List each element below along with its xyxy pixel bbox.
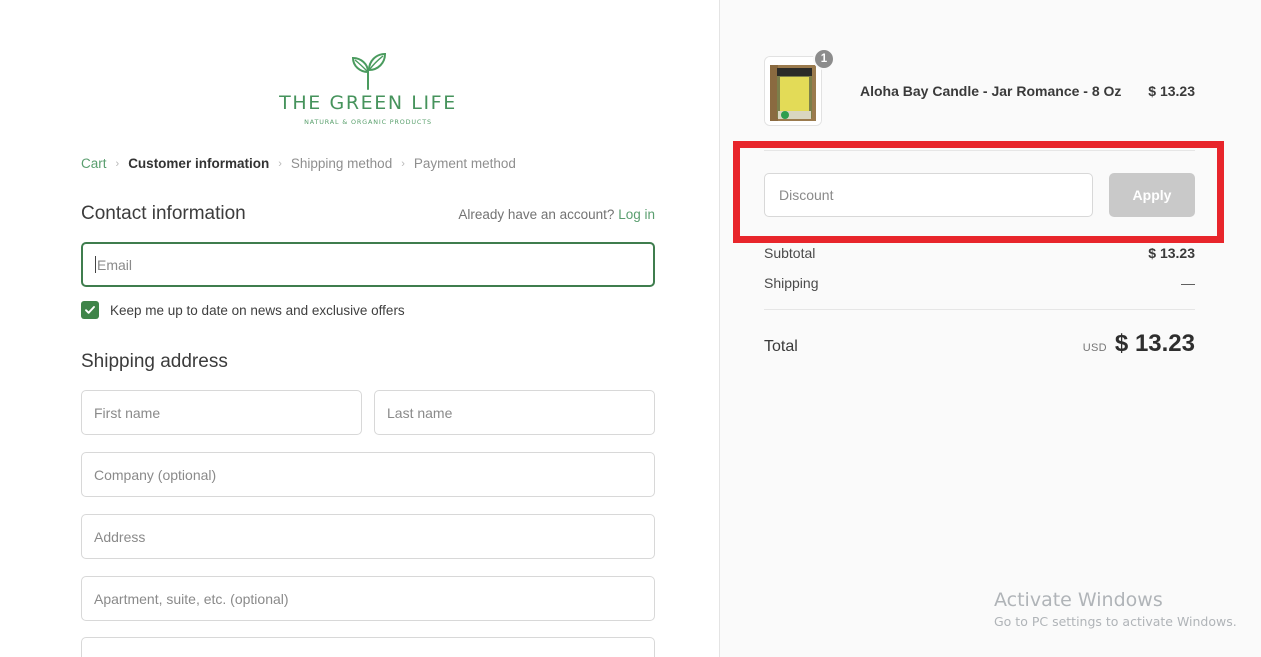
breadcrumb-item-customer-information[interactable]: Customer information <box>128 156 269 171</box>
check-icon <box>85 306 95 314</box>
breadcrumb-item-payment-method[interactable]: Payment method <box>414 156 516 171</box>
discount-code-section: Discount Apply <box>764 173 1195 217</box>
total-currency: USD <box>1082 342 1107 354</box>
account-prompt: Already have an account? Log in <box>458 207 655 222</box>
product-name: Aloha Bay Candle - Jar Romance - 8 Oz <box>860 82 1122 99</box>
address-field[interactable]: Address <box>81 514 655 559</box>
chevron-right-icon: › <box>401 157 405 170</box>
breadcrumb-item-shipping-method[interactable]: Shipping method <box>291 156 392 171</box>
text-caret <box>95 256 96 273</box>
email-field[interactable]: Email <box>81 242 655 287</box>
totals-divider <box>764 309 1195 310</box>
contact-information-title: Contact information <box>81 203 246 224</box>
shipping-address-title: Shipping address <box>81 351 228 372</box>
newsletter-checkbox-row[interactable]: Keep me up to date on news and exclusive… <box>81 301 655 319</box>
first-name-field[interactable]: First name <box>81 390 362 435</box>
address-placeholder: Address <box>94 528 146 545</box>
breadcrumb-item-cart[interactable]: Cart <box>81 156 107 171</box>
store-logo[interactable]: THE GREEN LIFE NATURAL & ORGANIC PRODUCT… <box>81 0 655 126</box>
order-summary-column: 1 Aloha Bay Candle - Jar Romance - 8 Oz … <box>720 0 1261 657</box>
logo-tagline: NATURAL & ORGANIC PRODUCTS <box>304 118 432 126</box>
shipping-label: Shipping <box>764 275 819 291</box>
company-field[interactable]: Company (optional) <box>81 452 655 497</box>
shipping-value: — <box>1181 275 1195 291</box>
checkout-form-column: THE GREEN LIFE NATURAL & ORGANIC PRODUCT… <box>0 0 720 657</box>
total-amount-group: USD $ 13.23 <box>1083 330 1195 358</box>
subtotal-value: $ 13.23 <box>1148 245 1195 261</box>
last-name-field[interactable]: Last name <box>374 390 655 435</box>
product-thumbnail-wrap: 1 <box>764 48 835 126</box>
windows-activation-watermark: Activate Windows Go to PC settings to ac… <box>994 588 1261 629</box>
watermark-title: Activate Windows <box>994 589 1163 612</box>
subtotal-label: Subtotal <box>764 245 816 261</box>
total-value: $ 13.23 <box>1114 330 1195 357</box>
shipping-address-header: Shipping address <box>81 351 655 373</box>
company-placeholder: Company (optional) <box>94 466 217 483</box>
summary-divider <box>764 150 1195 151</box>
logo-wordmark: THE GREEN LIFE <box>279 92 457 114</box>
product-price: $ 13.23 <box>1148 83 1195 99</box>
account-prompt-text: Already have an account? <box>458 207 615 222</box>
apply-discount-button[interactable]: Apply <box>1109 173 1195 217</box>
name-fields-row: First name Last name <box>81 373 655 435</box>
first-name-placeholder: First name <box>94 404 161 421</box>
discount-input[interactable]: Discount <box>764 173 1093 217</box>
watermark-subtitle: Go to PC settings to activate Windows. <box>994 614 1237 629</box>
last-name-placeholder: Last name <box>387 404 453 421</box>
city-field-partial[interactable] <box>81 637 655 657</box>
email-placeholder: Email <box>97 256 133 273</box>
grand-total-row: Total USD $ 13.23 <box>764 330 1195 358</box>
subtotal-row: Subtotal $ 13.23 <box>764 245 1195 261</box>
checkout-page: THE GREEN LIFE NATURAL & ORGANIC PRODUCT… <box>0 0 1261 657</box>
newsletter-label: Keep me up to date on news and exclusive… <box>110 302 405 318</box>
chevron-right-icon: › <box>278 157 282 170</box>
quantity-badge: 1 <box>813 48 835 70</box>
chevron-right-icon: › <box>115 157 120 170</box>
contact-information-header: Contact information Already have an acco… <box>81 203 655 225</box>
login-link[interactable]: Log in <box>618 207 655 222</box>
apartment-placeholder: Apartment, suite, etc. (optional) <box>94 590 289 607</box>
totals-section: Subtotal $ 13.23 Shipping — Total USD $ … <box>764 245 1195 358</box>
sprout-leaf-icon <box>345 52 391 90</box>
shipping-row: Shipping — <box>764 275 1195 291</box>
order-line-item: 1 Aloha Bay Candle - Jar Romance - 8 Oz … <box>764 48 1195 126</box>
newsletter-checkbox[interactable] <box>81 301 99 319</box>
breadcrumb: Cart › Customer information › Shipping m… <box>81 156 655 171</box>
total-label: Total <box>764 338 798 355</box>
candle-jar-thumbnail <box>764 56 822 126</box>
discount-placeholder: Discount <box>779 187 834 203</box>
apartment-field[interactable]: Apartment, suite, etc. (optional) <box>81 576 655 621</box>
